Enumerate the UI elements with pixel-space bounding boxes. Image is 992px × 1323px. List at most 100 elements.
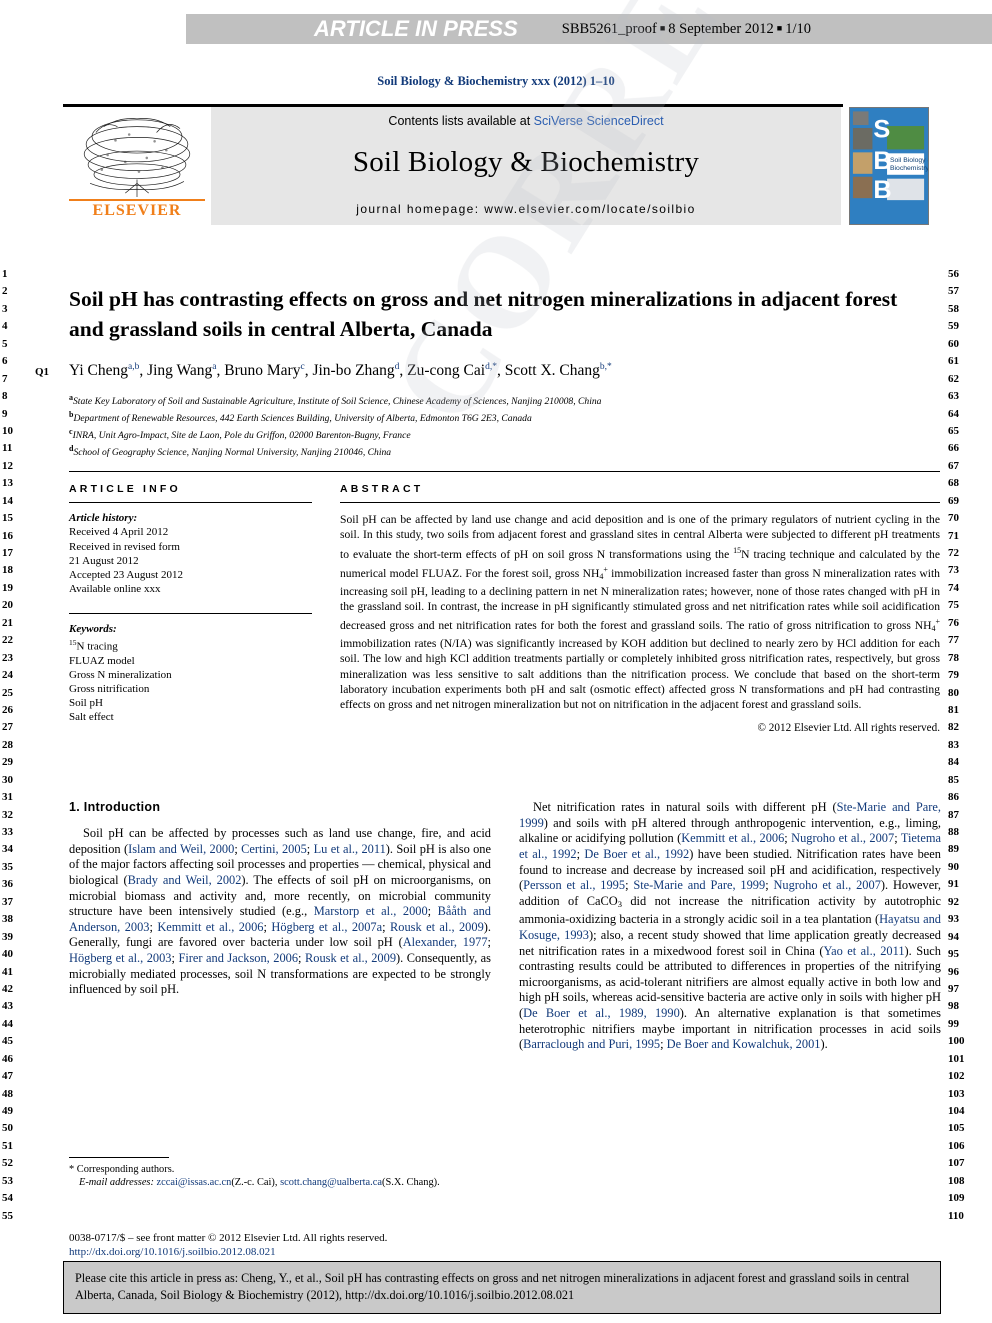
section-heading-introduction: 1. Introduction: [69, 800, 161, 815]
line-number: 8: [2, 390, 8, 403]
line-number: 17: [2, 547, 13, 559]
email-link-chang[interactable]: scott.chang@ualberta.ca: [280, 1177, 382, 1188]
line-number: 12: [2, 459, 13, 472]
article-history-line: Accepted 23 August 2012: [69, 569, 183, 582]
line-number: 58: [948, 302, 959, 315]
query-flag-q1[interactable]: Q1: [35, 366, 49, 378]
keyword-item: FLUAZ model: [69, 654, 135, 667]
elsevier-tree-icon: [83, 118, 191, 198]
line-number: 87: [948, 808, 959, 821]
line-number: 47: [2, 1070, 13, 1083]
line-number: 5: [2, 337, 8, 350]
abstract-heading: ABSTRACT: [340, 483, 424, 496]
line-number: 37: [2, 895, 13, 908]
article-body: Soil pH has contrasting effects on gross…: [63, 272, 943, 1063]
divider-above-info: [69, 471, 940, 473]
line-numbers-right: 56 57 58 59 60 61 62 63 64 65 66 67 68 69 70 71 72 73 74 75…: [948, 266, 992, 1225]
line-number: 1: [2, 268, 8, 280]
line-number: 13: [2, 477, 13, 490]
line-number: 66: [948, 442, 959, 455]
line-number: 57: [948, 285, 959, 298]
line-number: 26: [2, 703, 13, 716]
line-number: 75: [948, 599, 959, 612]
article-info-rule: [69, 502, 312, 504]
svg-text:Soil Biology &: Soil Biology &: [890, 157, 928, 164]
line-number: 102: [948, 1070, 965, 1083]
email-label: E-mail addresses:: [79, 1177, 154, 1188]
line-number: 74: [948, 581, 959, 594]
contents-line: Contents lists available at SciVerse Sci…: [211, 114, 841, 128]
svg-text:B: B: [873, 176, 891, 204]
keywords-rule: [69, 612, 312, 614]
line-number: 41: [2, 965, 13, 978]
line-number: 14: [2, 494, 13, 507]
article-history-line: Available online xxx: [69, 583, 161, 596]
journal-homepage[interactable]: journal homepage: www.elsevier.com/locat…: [211, 202, 841, 216]
running-head: Soil Biology & Biochemistry xxx (2012) 1…: [377, 74, 615, 88]
keyword-item: Salt effect: [69, 711, 114, 724]
line-number: 42: [2, 982, 13, 995]
proof-id: SBB5261_proof: [561, 20, 657, 37]
line-number: 91: [948, 878, 959, 891]
svg-text:B: B: [873, 147, 891, 175]
line-number: 72: [948, 547, 959, 559]
line-number: 103: [948, 1087, 965, 1100]
line-number: 45: [2, 1035, 13, 1048]
line-number: 67: [948, 459, 959, 472]
footnote-block: * Corresponding authors. E-mail addresse…: [69, 1157, 494, 1189]
line-number: 44: [2, 1017, 13, 1030]
line-number: 35: [2, 860, 13, 873]
keyword-item: Soil pH: [69, 697, 103, 710]
line-number: 30: [2, 773, 13, 786]
line-number: 39: [2, 930, 13, 943]
abstract-rule: [340, 502, 940, 504]
line-number: 31: [2, 791, 13, 804]
line-number: 109: [948, 1192, 965, 1205]
line-number: 71: [948, 529, 959, 542]
line-number: 64: [948, 407, 959, 420]
line-number: 94: [948, 930, 959, 943]
line-number: 59: [948, 320, 959, 333]
author-list: Yi Chenga,b, Jing Wanga, Bruno Maryc, Ji…: [69, 362, 612, 380]
keywords-label: Keywords:: [69, 622, 117, 635]
proof-date: 8 September 2012: [668, 20, 774, 37]
line-number: 84: [948, 756, 959, 769]
line-number: 38: [2, 913, 13, 926]
line-numbers-left: 1 2 3 4 5 6 7 8 9 10 11 12 13 14 15 16 17 18 19 20 21 22 23 24 2…: [2, 266, 46, 1225]
svg-text:S: S: [873, 116, 890, 144]
line-number: 11: [2, 442, 13, 455]
line-number: 50: [2, 1122, 13, 1135]
line-number: 33: [2, 826, 13, 838]
footnote-rule: [69, 1157, 169, 1158]
intro-column-left: 1. Introduction Soil pH can be affected …: [69, 800, 491, 1063]
line-number: 107: [948, 1157, 965, 1170]
line-number: 34: [2, 843, 13, 856]
affiliation-b: bDepartment of Renewable Resources, 442 …: [69, 409, 532, 425]
line-number: 90: [948, 860, 959, 873]
svg-text:Biochemistry: Biochemistry: [890, 165, 928, 172]
sciencedirect-link[interactable]: SciVerse ScienceDirect: [534, 114, 664, 128]
line-number: 15: [2, 512, 13, 525]
email-link-cai[interactable]: zccai@issas.ac.cn: [157, 1177, 232, 1188]
line-number: 16: [2, 529, 13, 542]
separator-square-icon-2: ■: [776, 22, 783, 33]
line-number: 65: [948, 424, 959, 437]
line-number: 61: [948, 355, 959, 368]
line-number: 105: [948, 1122, 965, 1135]
line-number: 106: [948, 1139, 965, 1152]
line-number: 99: [948, 1017, 959, 1030]
line-number: 9: [2, 407, 8, 420]
journal-title: Soil Biology & Biochemistry: [352, 146, 700, 178]
line-number: 70: [948, 512, 959, 525]
line-number: 104: [948, 1105, 965, 1117]
line-number: 86: [948, 791, 959, 804]
email-addresses-note: E-mail addresses: zccai@issas.ac.cn(Z.-c…: [69, 1176, 494, 1189]
article-history-block: Article history: Received 4 April 2012 Re…: [69, 511, 312, 596]
keyword-item: 15N tracing: [69, 637, 118, 653]
intro-left-paragraphs: Soil pH can be affected by processes suc…: [69, 826, 491, 998]
line-number: 4: [2, 320, 8, 333]
intro-column-right: Net nitrification rates in natural soils…: [519, 800, 941, 1063]
doi-link[interactable]: http://dx.doi.org/10.1016/j.soilbio.2012…: [69, 1245, 569, 1259]
line-number: 56: [948, 268, 959, 280]
line-number: 20: [2, 599, 13, 612]
